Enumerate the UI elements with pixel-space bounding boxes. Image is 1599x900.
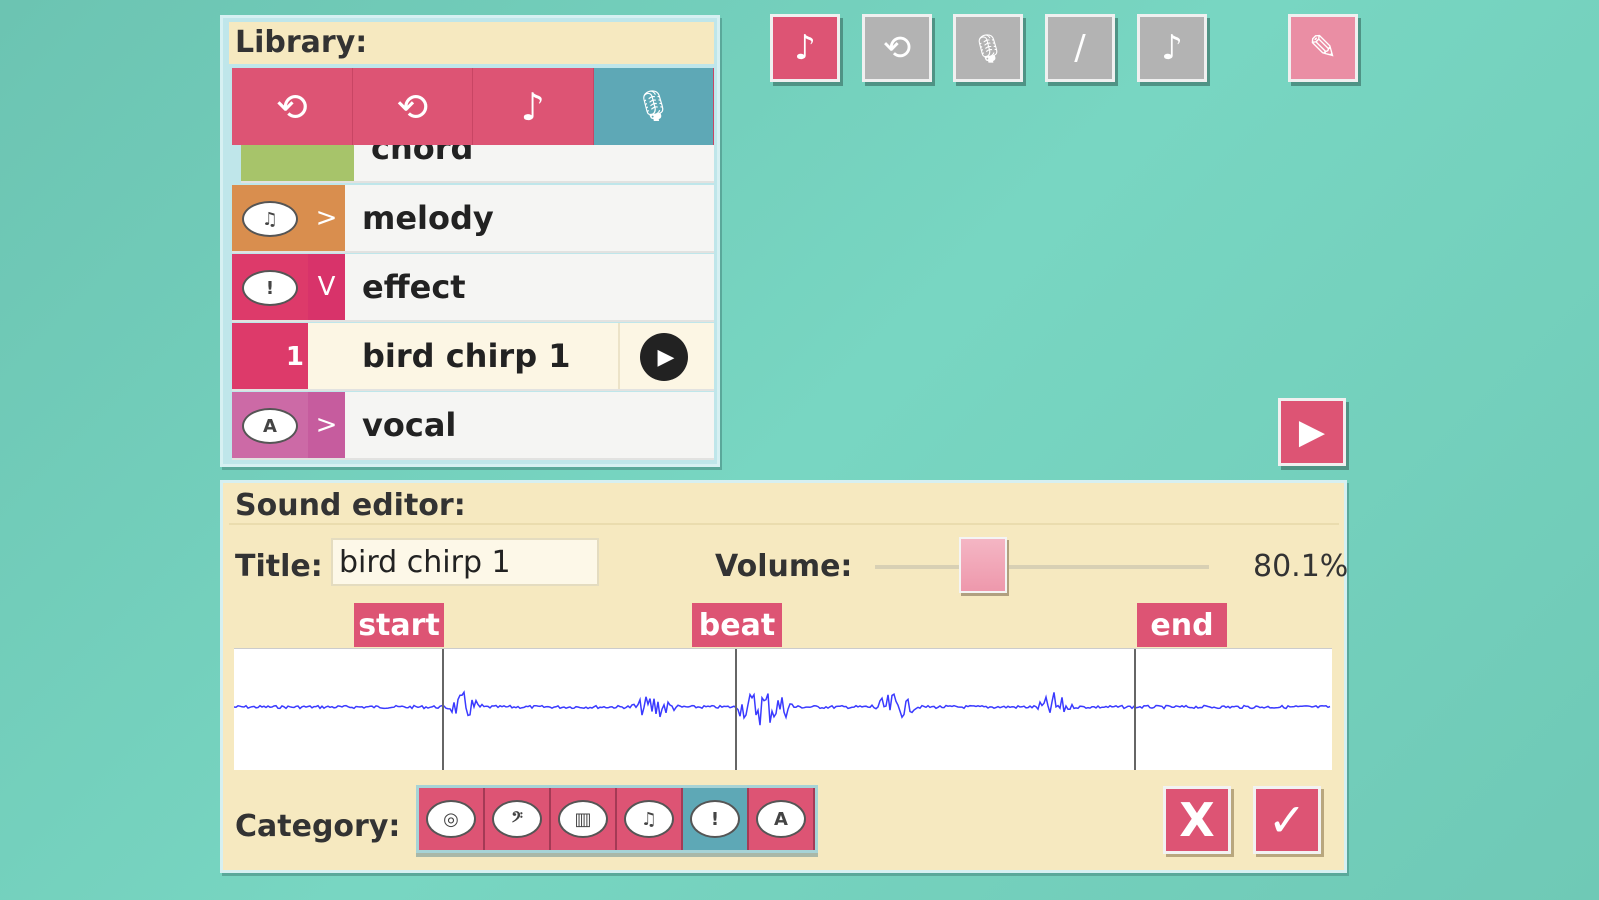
loop-icon: ⟲ bbox=[396, 84, 429, 129]
microphone-icon: 🎙 bbox=[634, 89, 673, 124]
edit-note-icon: ✎ bbox=[1308, 28, 1338, 68]
list-item-vocal[interactable]: A > vocal bbox=[232, 392, 714, 460]
effect-icon: ! bbox=[690, 800, 740, 838]
category-piano[interactable]: ▥ bbox=[551, 788, 617, 850]
waveform[interactable] bbox=[234, 648, 1332, 770]
note-icon: ♪ bbox=[520, 84, 545, 129]
volume-label: Volume: bbox=[715, 549, 853, 584]
drum-icon: ◎ bbox=[426, 800, 476, 838]
list-item-bird-chirp-1[interactable]: 1 bird chirp 1 ▶ bbox=[232, 323, 714, 391]
note-file-button[interactable]: ♪ bbox=[1137, 14, 1207, 82]
category-label: Category: bbox=[235, 809, 401, 844]
sound-editor-panel: Sound editor: Title: Volume: 80.1% start… bbox=[220, 480, 1349, 873]
end-marker[interactable]: end bbox=[1137, 603, 1227, 647]
item-number: 1 bbox=[232, 323, 308, 389]
sheet-music-button[interactable]: ♪ bbox=[770, 14, 840, 82]
volume-slider[interactable] bbox=[875, 537, 1209, 593]
bass-clef-icon: 𝄢 bbox=[492, 800, 542, 838]
expand-arrow[interactable]: > bbox=[308, 392, 345, 458]
add-loop-button[interactable]: ⟲ bbox=[862, 14, 932, 82]
microphone-icon: 🎙 bbox=[970, 31, 1006, 65]
library-panel: Library: ⟲ ⟲ ♪ 🎙 chord ♫ > melody ! V ef… bbox=[220, 15, 720, 467]
tab-loop-plus[interactable]: ⟲ bbox=[232, 68, 353, 145]
melody-icon: ♫ bbox=[242, 201, 298, 237]
library-list[interactable]: chord ♫ > melody ! V effect 1 bird chirp… bbox=[232, 145, 714, 463]
add-loop-icon: ⟲ bbox=[882, 28, 912, 68]
effect-icon: ! bbox=[242, 270, 298, 306]
start-marker[interactable]: start bbox=[354, 603, 444, 647]
volume-slider-thumb[interactable] bbox=[959, 537, 1008, 593]
tab-loop[interactable]: ⟲ bbox=[352, 68, 473, 145]
play-icon: ▶ bbox=[657, 344, 675, 370]
play-icon: ▶ bbox=[1298, 412, 1326, 452]
expand-arrow[interactable]: > bbox=[308, 185, 345, 251]
category-effect[interactable]: ! bbox=[683, 788, 749, 850]
confirm-button[interactable]: ✓ bbox=[1253, 786, 1321, 854]
library-tabs: ⟲ ⟲ ♪ 🎙 bbox=[232, 68, 714, 145]
vocal-icon: A bbox=[756, 800, 806, 838]
melody-icon: ♫ bbox=[624, 800, 674, 838]
category-melody[interactable]: ♫ bbox=[617, 788, 683, 850]
edit-note-button[interactable]: ✎ bbox=[1288, 14, 1358, 82]
sound-editor-title: Sound editor: bbox=[229, 487, 1339, 525]
loop-plus-icon: ⟲ bbox=[275, 84, 308, 129]
maraca-button[interactable]: / bbox=[1045, 14, 1115, 82]
play-button[interactable]: ▶ bbox=[1278, 398, 1346, 466]
volume-value: 80.1% bbox=[1253, 549, 1349, 584]
maraca-icon: / bbox=[1074, 28, 1086, 68]
cancel-button[interactable]: X bbox=[1163, 786, 1231, 854]
vocal-icon: A bbox=[242, 408, 298, 444]
list-item-melody[interactable]: ♫ > melody bbox=[232, 185, 714, 253]
piano-icon: ▥ bbox=[558, 800, 608, 838]
title-input[interactable] bbox=[331, 538, 599, 586]
tab-note[interactable]: ♪ bbox=[473, 68, 594, 145]
beat-marker[interactable]: beat bbox=[692, 603, 782, 647]
category-vocal[interactable]: A bbox=[749, 788, 815, 850]
note-file-icon: ♪ bbox=[1161, 28, 1183, 68]
title-label: Title: bbox=[235, 549, 323, 584]
list-item-chord[interactable]: chord bbox=[241, 145, 714, 183]
record-button[interactable]: 🎙 bbox=[953, 14, 1023, 82]
tab-microphone[interactable]: 🎙 bbox=[593, 68, 714, 145]
list-item-effect[interactable]: ! V effect bbox=[232, 254, 714, 322]
library-title: Library: bbox=[229, 22, 714, 64]
category-selector: ◎ 𝄢 ▥ ♫! A bbox=[416, 785, 818, 853]
category-drum[interactable]: ◎ bbox=[419, 788, 485, 850]
category-bass-clef[interactable]: 𝄢 bbox=[485, 788, 551, 850]
waveform-trace bbox=[234, 690, 1331, 726]
sheet-music-icon: ♪ bbox=[794, 28, 816, 68]
play-sound-button[interactable]: ▶ bbox=[640, 333, 688, 381]
collapse-arrow[interactable]: V bbox=[308, 254, 345, 320]
